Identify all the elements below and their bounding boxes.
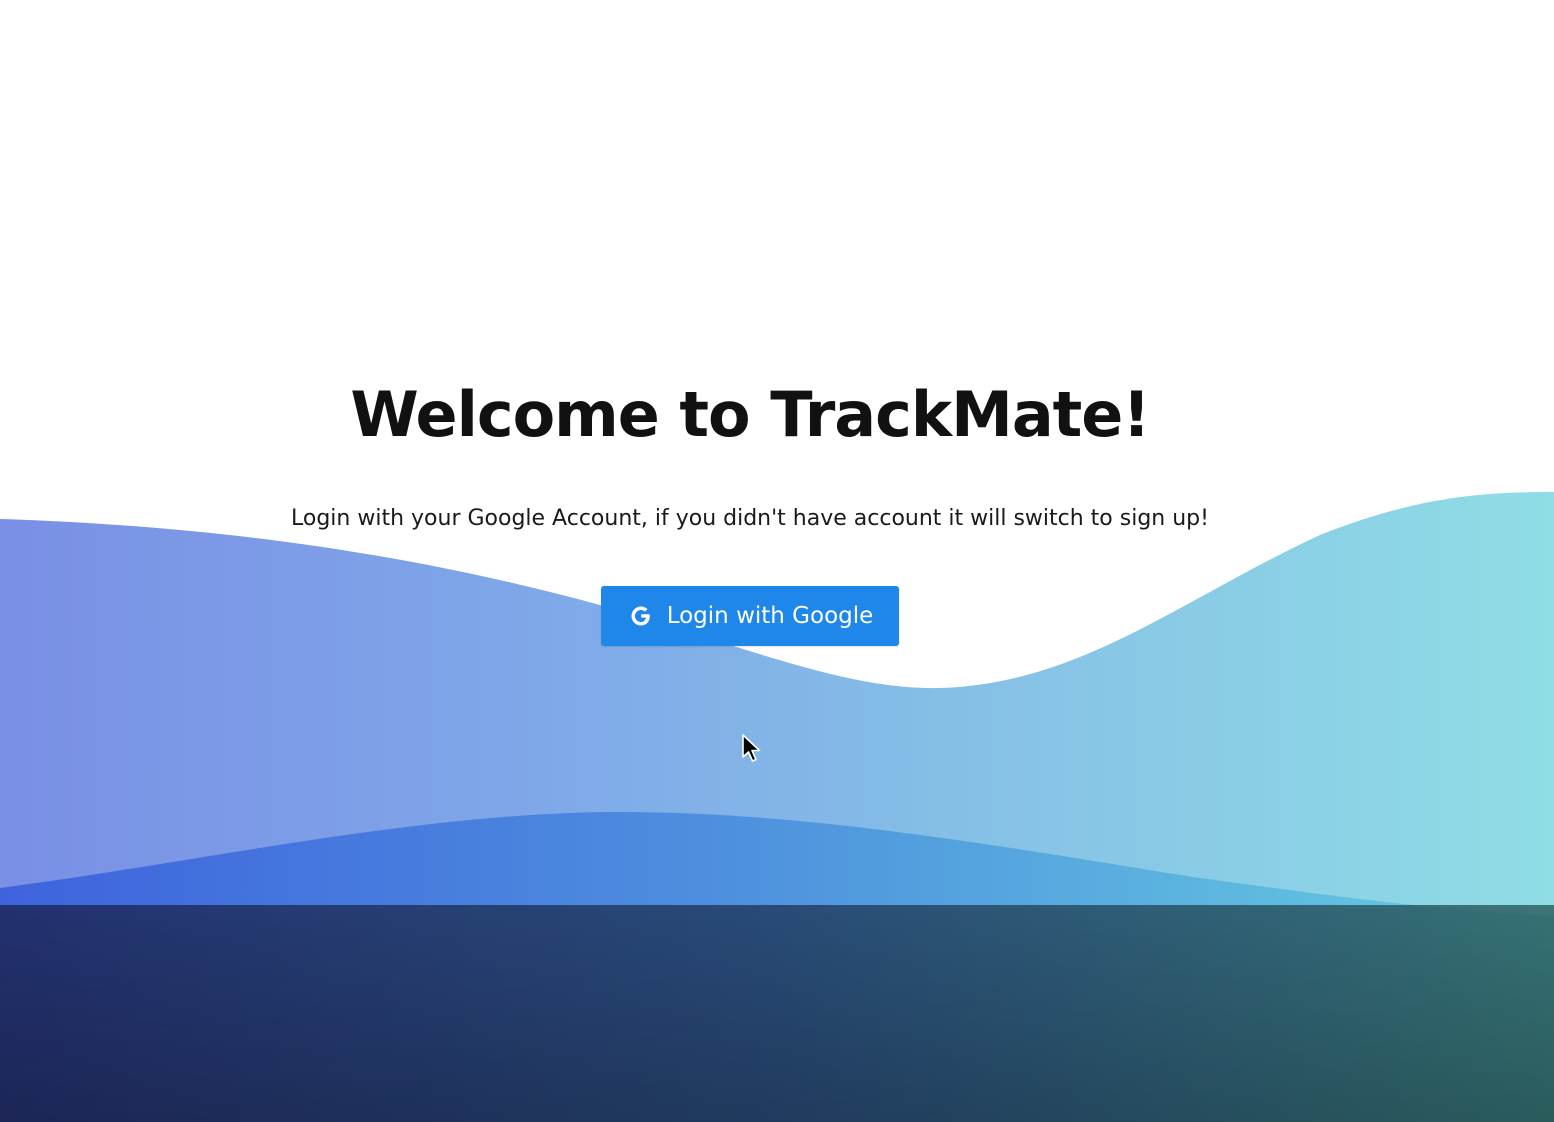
mouse-cursor-icon (742, 734, 761, 762)
page-title: Welcome to TrackMate! (350, 378, 1150, 451)
login-button-label: Login with Google (666, 603, 874, 629)
login-page: Welcome to TrackMate! Login with your Go… (0, 0, 1554, 1122)
bottom-dark-gradient (0, 905, 1554, 1122)
page-subtitle: Login with your Google Account, if you d… (291, 506, 1209, 531)
background-waves (0, 492, 1554, 1122)
google-g-icon (627, 602, 655, 630)
login-with-google-button[interactable]: Login with Google (601, 586, 899, 646)
